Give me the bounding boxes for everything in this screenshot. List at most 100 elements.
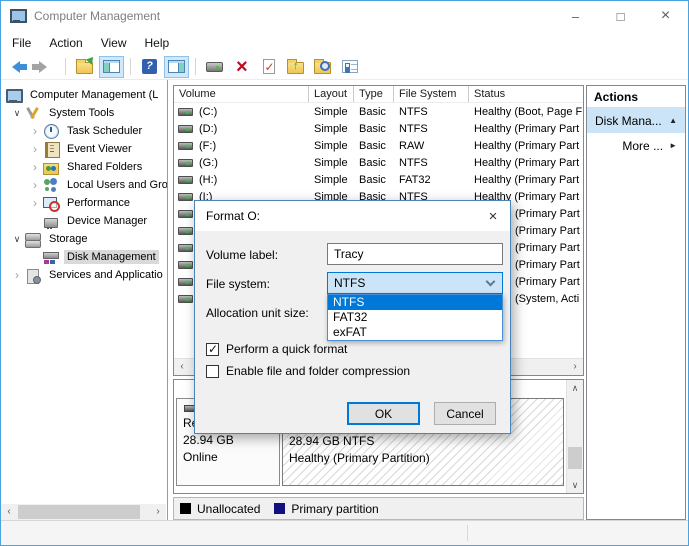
toolbar-button[interactable]: [72, 56, 97, 78]
dropdown-option[interactable]: FAT32: [328, 310, 502, 325]
menu-item[interactable]: Action: [40, 32, 91, 54]
tree-expander-icon[interactable]: [27, 179, 43, 191]
tree-item[interactable]: Disk Management: [1, 248, 167, 266]
toolbar-button[interactable]: [337, 56, 362, 78]
column-header[interactable]: Type: [354, 86, 394, 102]
tree-item[interactable]: Shared Folders: [1, 158, 167, 176]
tree-expander-icon[interactable]: [9, 269, 25, 281]
checklist-icon: [342, 60, 358, 73]
column-header[interactable]: Volume: [174, 86, 309, 102]
tree-expander-icon[interactable]: [27, 125, 43, 137]
scroll-right-icon[interactable]: ›: [150, 504, 166, 520]
tree-item[interactable]: Services and Applicatio: [1, 266, 167, 284]
console-tree-toggle-icon: [103, 60, 120, 73]
quick-format-checkbox[interactable]: [206, 343, 219, 356]
toolbar-button[interactable]: [34, 56, 59, 78]
menu-item[interactable]: Help: [136, 32, 179, 54]
toolbar-button[interactable]: [99, 56, 124, 78]
tree-expander-icon[interactable]: [9, 235, 25, 244]
toolbar-button[interactable]: [310, 56, 335, 78]
file-system-value: NTFS: [334, 276, 365, 290]
cancel-button[interactable]: Cancel: [434, 402, 496, 425]
volume-label-input[interactable]: [327, 243, 503, 265]
scroll-right-icon[interactable]: ›: [567, 359, 583, 375]
scroll-up-icon[interactable]: ∧: [567, 380, 583, 396]
legend-item: Unallocated: [180, 502, 260, 516]
actions-panel: Actions Disk Mana... ▲ More ... ►: [586, 85, 686, 520]
volume-list-header: VolumeLayoutTypeFile SystemStatus: [174, 86, 583, 103]
volume-status: Healthy (Primary Part: [469, 123, 583, 135]
volume-row[interactable]: (D:) Simple Basic NTFS Healthy (Primary …: [174, 120, 583, 137]
toolbar-button[interactable]: [256, 56, 281, 78]
tree-item[interactable]: Computer Management (L: [1, 86, 167, 104]
tree-horizontal-scrollbar[interactable]: ‹ ›: [1, 504, 166, 520]
minimize-button[interactable]: –: [553, 1, 598, 31]
actions-item[interactable]: Disk Mana... ▲: [587, 108, 685, 133]
computer-management-icon: [6, 88, 22, 103]
disk-vertical-scrollbar[interactable]: ∧ ∨: [566, 380, 583, 493]
maximize-button[interactable]: □: [598, 1, 643, 31]
column-header[interactable]: Status: [469, 86, 583, 102]
volume-row[interactable]: (F:) Simple Basic RAW Healthy (Primary P…: [174, 137, 583, 154]
toolbar-button[interactable]: [229, 56, 254, 78]
volume-icon: [178, 227, 193, 235]
forward-icon: [39, 61, 47, 73]
tree-expander-icon[interactable]: [27, 161, 43, 173]
scroll-down-icon[interactable]: ∨: [567, 477, 583, 493]
column-header[interactable]: Layout: [309, 86, 354, 102]
tree-expander-icon[interactable]: [27, 143, 43, 155]
folder-explore-icon: [314, 62, 331, 74]
ok-button[interactable]: OK: [347, 402, 420, 425]
toolbar-button[interactable]: [164, 56, 189, 78]
volume-type: Basic: [354, 140, 394, 152]
close-button[interactable]: ×: [643, 1, 688, 31]
menubar: FileActionViewHelp: [1, 31, 688, 54]
compression-label: Enable file and folder compression: [226, 364, 410, 378]
scrollbar-thumb[interactable]: [18, 505, 140, 519]
volume-layout: Simple: [309, 174, 354, 186]
volume-row[interactable]: (H:) Simple Basic FAT32 Healthy (Primary…: [174, 171, 583, 188]
dropdown-option[interactable]: exFAT: [328, 325, 502, 340]
file-system-select[interactable]: NTFS: [327, 272, 503, 294]
volume-status: Healthy (Primary Part: [469, 157, 583, 169]
volume-row[interactable]: (G:) Simple Basic NTFS Healthy (Primary …: [174, 154, 583, 171]
toolbar-button[interactable]: [202, 56, 227, 78]
toolbar-separator: [195, 58, 196, 75]
toolbar-button[interactable]: [7, 56, 32, 78]
dialog-close-button[interactable]: ×: [476, 201, 510, 231]
menu-item[interactable]: View: [92, 32, 136, 54]
toolbar-button[interactable]: [137, 56, 162, 78]
volume-layout: Simple: [309, 140, 354, 152]
toolbar-button[interactable]: [283, 56, 308, 78]
tree-item[interactable]: Local Users and Gro: [1, 176, 167, 194]
toolbar-button: [191, 56, 200, 78]
dropdown-option[interactable]: NTFS: [328, 295, 502, 310]
actions-item[interactable]: More ... ►: [587, 133, 685, 158]
tree-item[interactable]: Performance: [1, 194, 167, 212]
volume-name: (D:): [199, 123, 217, 135]
tree-item[interactable]: Task Scheduler: [1, 122, 167, 140]
volume-icon: [178, 210, 193, 218]
tree-item[interactable]: Device Manager: [1, 212, 167, 230]
tree-item[interactable]: Event Viewer: [1, 140, 167, 158]
scroll-left-icon[interactable]: ‹: [174, 359, 190, 375]
tree-item[interactable]: Storage: [1, 230, 167, 248]
volume-label-caption: Volume label:: [206, 248, 278, 262]
event-viewer-icon: [43, 142, 59, 157]
compression-checkbox[interactable]: [206, 365, 219, 378]
tree-item[interactable]: System Tools: [1, 104, 167, 122]
volume-layout: Simple: [309, 157, 354, 169]
volume-row[interactable]: (C:) Simple Basic NTFS Healthy (Boot, Pa…: [174, 103, 583, 120]
scroll-left-icon[interactable]: ‹: [1, 504, 17, 520]
disk-status: Online: [183, 449, 273, 466]
menu-item[interactable]: File: [3, 32, 40, 54]
column-header[interactable]: File System: [394, 86, 469, 102]
compression-row: Enable file and folder compression: [206, 364, 410, 378]
properties-check-icon: [263, 59, 275, 74]
volume-name: (H:): [199, 174, 217, 186]
volume-filesystem: NTFS: [394, 123, 469, 135]
tree-expander-icon[interactable]: [9, 109, 25, 118]
volume-status: Healthy (Boot, Page F: [469, 106, 583, 118]
tree-expander-icon[interactable]: [27, 197, 43, 209]
scrollbar-thumb[interactable]: [568, 447, 582, 469]
